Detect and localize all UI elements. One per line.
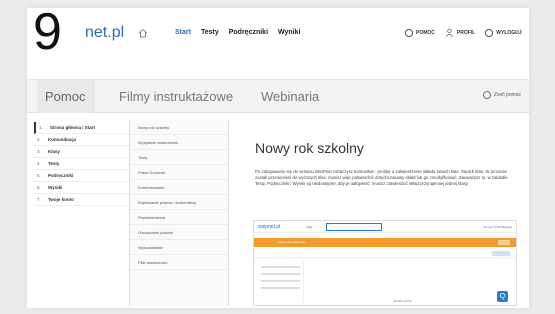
help-label: POMOC <box>416 29 435 36</box>
preview-logo: wsipnet.pl <box>258 224 281 230</box>
user-icon <box>445 28 454 37</box>
sidebar-label: Komunikacja <box>48 137 77 142</box>
tab-filmy[interactable]: Filmy instruktażowe <box>119 80 233 113</box>
nav-podreczniki[interactable]: Podręczniki <box>229 29 268 36</box>
sidebar-item[interactable]: 6. Wyniki <box>34 182 136 194</box>
nav-wyniki[interactable]: Wyniki <box>278 29 300 36</box>
profile-label: PROFIL <box>456 29 476 36</box>
sidebar-num: 4. <box>37 161 41 166</box>
preview-line <box>261 273 300 275</box>
sidebar-label: Twoje konto <box>48 197 74 202</box>
tab-pomoc[interactable]: Pomoc <box>37 80 95 113</box>
help-article: Nowy rok szkolny Po zalogowaniu się do s… <box>245 120 521 187</box>
preview-banner: Zatwierdź skład klas <box>254 238 516 247</box>
help-tabs: Pomoc Filmy instruktażowe Webinaria Zwiń… <box>27 79 529 113</box>
submenu-item[interactable]: Wysyłanie wiadomości <box>130 135 228 150</box>
sidebar-num: 2. <box>37 137 41 142</box>
article-paragraph: Po zalogowaniu się do serwisu WSiPnet zo… <box>255 169 508 186</box>
logo-text[interactable]: net.pl <box>85 24 124 42</box>
preview-right-nav: Pomoc Profil Wyloguj <box>483 225 512 229</box>
sidebar-item[interactable]: 4. Testy <box>34 158 136 170</box>
submenu-item[interactable]: Oznaczanie postów <box>130 225 228 240</box>
help-sidebar: 1. Strona główna / Start 2. Komunikacja 3.… <box>34 122 136 206</box>
sidebar-label: Wyniki <box>48 185 63 190</box>
help-link[interactable]: POMOC <box>405 28 435 37</box>
preview-banner-text: Zatwierdź skład klas <box>278 240 306 244</box>
submenu-item[interactable]: Wyszukiwanie <box>130 240 228 255</box>
submenu-item[interactable]: Komentowanie <box>130 180 228 195</box>
sidebar-num: 5. <box>37 173 41 178</box>
preview-line <box>261 287 300 289</box>
power-icon <box>485 28 494 37</box>
article-title: Nowy rok szkolny <box>255 140 364 156</box>
preview-line <box>261 280 300 282</box>
preview-sidebar <box>258 261 304 305</box>
collapse-help-button[interactable]: Zwiń pomoc <box>483 91 521 99</box>
sidebar-item[interactable]: 1. Strona główna / Start <box>34 122 136 134</box>
collapse-label: Zwiń pomoc <box>494 92 521 98</box>
submenu-item[interactable]: Testy <box>130 150 228 165</box>
help-icon <box>405 28 413 37</box>
submenu-item[interactable]: Powiadomienia <box>130 210 228 225</box>
nav-start[interactable]: Start <box>175 29 191 36</box>
logo-number: 9 <box>33 8 62 61</box>
sidebar-num: 6. <box>37 185 41 190</box>
preview-row <box>254 250 516 258</box>
submenu-item[interactable]: Nowy rok szkolny <box>130 120 228 135</box>
preview-banner-button <box>498 240 510 245</box>
article-screenshot: wsipnet.pl Start Pomoc Profil Wyloguj Za… <box>253 220 517 306</box>
preview-highlight-box <box>326 223 382 231</box>
top-header: 9 net.pl Start Testy Podręczniki Wyniki … <box>27 8 529 61</box>
preview-header: wsipnet.pl Start Pomoc Profil Wyloguj <box>254 221 516 233</box>
home-icon[interactable] <box>138 28 148 38</box>
submenu-item[interactable]: Edytowanie postów i komentarzy <box>130 195 228 210</box>
logout-link[interactable]: WYLOGUJ <box>485 28 522 37</box>
sidebar-label: Podręczniki <box>48 173 74 178</box>
preview-line <box>261 266 300 268</box>
main-nav: Start Testy Podręczniki Wyniki <box>175 29 300 36</box>
logout-label: WYLOGUJ <box>496 29 522 36</box>
sidebar-item[interactable]: 5. Podręczniki <box>34 170 136 182</box>
sidebar-label: Klasy <box>48 149 61 154</box>
help-submenu: Nowy rok szkolny Wysyłanie wiadomości Te… <box>129 120 229 306</box>
preview-search-icon: Q <box>497 291 508 302</box>
preview-nav: Start <box>306 225 313 229</box>
submenu-item[interactable]: Prace Domowe <box>130 165 228 180</box>
sidebar-num: 3. <box>37 149 41 154</box>
sidebar-item[interactable]: 7. Twoje konto <box>34 194 136 206</box>
submenu-item[interactable]: Pliki wiadomości <box>130 255 228 270</box>
nav-testy[interactable]: Testy <box>201 29 219 36</box>
sidebar-num: 1. <box>39 125 43 130</box>
sidebar-num: 7. <box>37 197 41 202</box>
sidebar-item[interactable]: 2. Komunikacja <box>34 134 136 146</box>
profile-link[interactable]: PROFIL <box>445 28 475 37</box>
collapse-icon <box>483 91 492 99</box>
page-frame: 9 net.pl Start Testy Podręczniki Wyniki … <box>27 8 529 308</box>
sidebar-label: Strona główna / Start <box>50 125 96 130</box>
preview-green-text: Dodaj ucznia <box>394 299 412 303</box>
user-nav: POMOC PROFIL WYLOGUJ <box>405 28 522 37</box>
sidebar-item[interactable]: 3. Klasy <box>34 146 136 158</box>
tab-webinaria[interactable]: Webinaria <box>261 80 319 113</box>
sidebar-label: Testy <box>48 161 60 166</box>
preview-blue-chip <box>492 251 510 256</box>
